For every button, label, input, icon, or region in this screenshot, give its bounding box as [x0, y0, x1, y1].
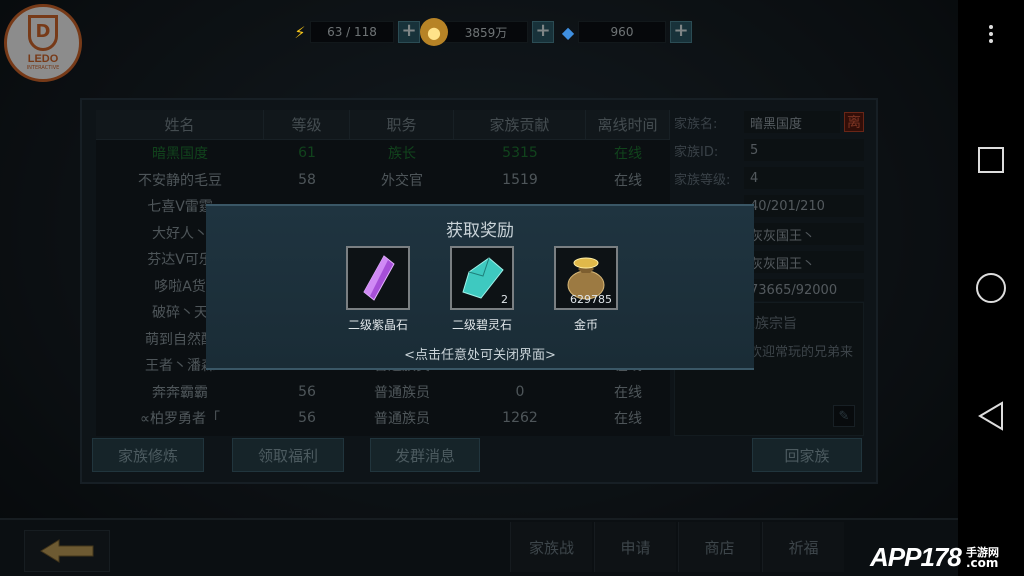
more-vert-icon [989, 25, 993, 43]
close-hint: <点击任意处可关闭界面> [404, 348, 556, 363]
recents-button[interactable] [958, 130, 1024, 190]
watermark-main: APP178 [870, 542, 962, 572]
reward-count: 629785 [570, 293, 612, 306]
watermark-domain: .com [966, 556, 999, 570]
circle-icon [976, 273, 1006, 303]
lightning-icon: ⚡ [294, 22, 306, 42]
teal-gem-icon [462, 257, 504, 299]
triangle-back-icon [978, 401, 1003, 431]
reward-modal[interactable]: 获取奖励 2 629785 二级紫晶石 二级碧灵石 金币 <点击任意处可关闭界面… [206, 204, 754, 370]
modal-title: 获取奖励 [446, 221, 514, 241]
reward-name-1: 二级紫晶石 [347, 318, 408, 332]
app178-watermark: APP178 手游网 .com [866, 530, 1024, 576]
reward-name-2: 二级碧灵石 [451, 318, 512, 332]
reward-count: 2 [501, 293, 508, 306]
coin-icon: ● [420, 18, 448, 46]
reward-slot-3[interactable]: 629785 [554, 246, 618, 310]
android-nav-bar [958, 0, 1024, 576]
overflow-menu-button[interactable] [958, 4, 1024, 64]
game-screen: D LEDO INTERACTIVE ⚡ 63 / 118 + ● 3859万 … [0, 0, 958, 576]
back-nav-button[interactable] [958, 386, 1024, 446]
reward-name-3: 金币 [573, 318, 598, 332]
home-button[interactable] [958, 258, 1024, 318]
reward-slot-2[interactable]: 2 [450, 246, 514, 310]
reward-slot-1[interactable] [346, 246, 410, 310]
diamond-icon: ◆ [561, 22, 575, 42]
purple-crystal-icon [363, 255, 395, 301]
square-icon [978, 147, 1004, 173]
